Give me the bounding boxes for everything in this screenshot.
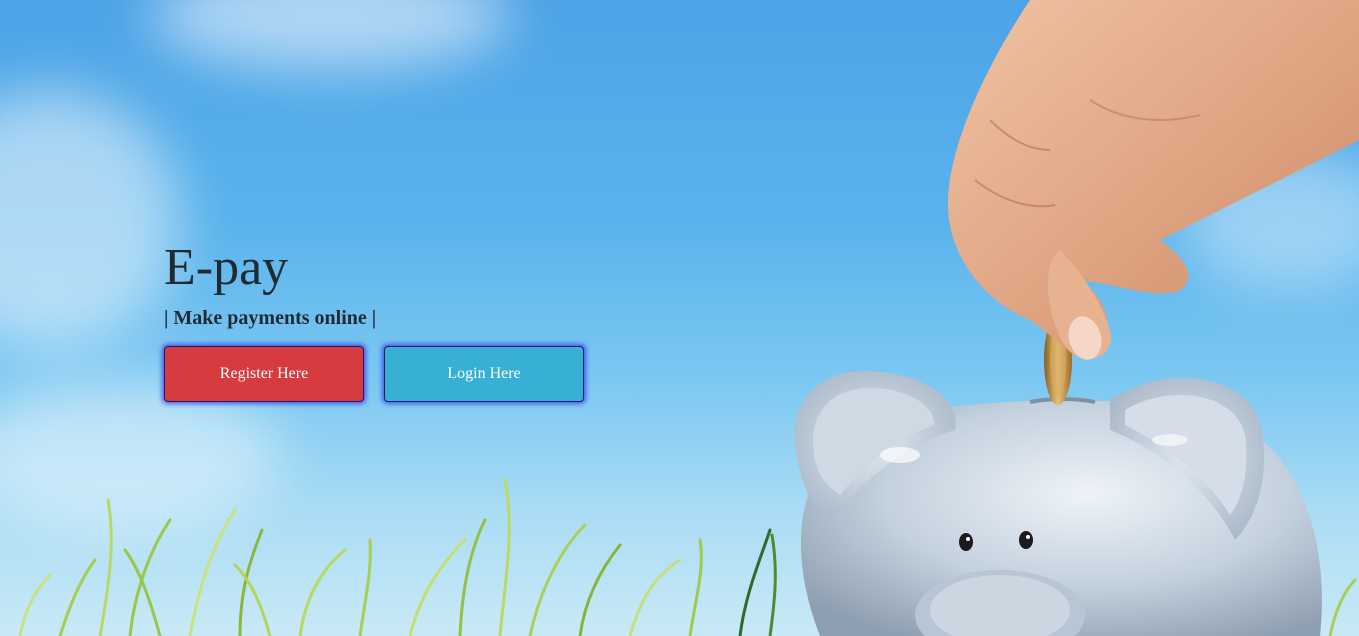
login-button[interactable]: Login Here xyxy=(384,346,584,402)
action-buttons: Register Here Login Here xyxy=(164,346,584,402)
grass-illustration xyxy=(18,478,1357,636)
register-button[interactable]: Register Here xyxy=(164,346,364,402)
app-tagline: | Make payments online | xyxy=(164,307,377,329)
hero-content: E-pay | Make payments online | Register … xyxy=(164,238,584,402)
app-title: E-pay xyxy=(164,239,289,296)
hand-with-coin-icon xyxy=(947,0,1359,360)
grass-icon xyxy=(18,478,1357,636)
